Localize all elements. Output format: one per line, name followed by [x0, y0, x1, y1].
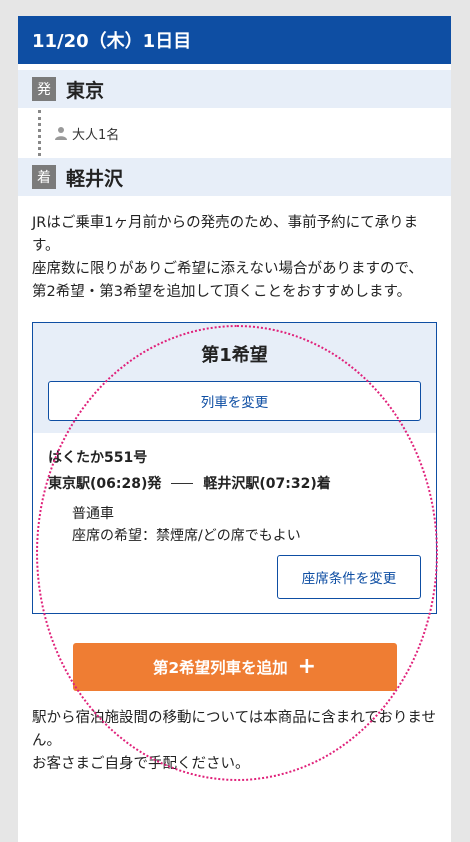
change-seat-button[interactable]: 座席条件を変更 — [277, 555, 421, 599]
person-icon — [55, 127, 67, 140]
arrival-station: 軽井沢 — [66, 167, 124, 190]
itinerary-card: 11/20（木）1日目 発 東京 大人1名 着 軽井沢 JRはご乗車1ヶ月前から… — [18, 16, 451, 842]
route-dash — [171, 482, 194, 484]
train-route: 東京駅(06:28)発 軽井沢駅(07:32)着 — [48, 473, 421, 493]
arrival-row: 着 軽井沢 — [18, 158, 451, 196]
footer-line-2: お客さまご自身で手配ください。 — [32, 756, 250, 772]
first-choice-title: 第1希望 — [201, 345, 268, 366]
transfer-note: 駅から宿泊施設間の移動については本商品に含まれておりません。 お客さまご自身で手… — [32, 707, 437, 776]
seat-button-wrap: 座席条件を変更 — [48, 555, 421, 599]
train-name: はくたか551号 — [48, 450, 148, 466]
notice-line-2: 座席数に限りがありご希望に添えない場合がありますので、第2希望・第3希望を追加し… — [32, 261, 423, 300]
arrival-tag: 着 — [32, 165, 56, 189]
first-choice-details: はくたか551号 東京駅(06:28)発 軽井沢駅(07:32)着 普通車 座席… — [33, 433, 436, 613]
passenger-row: 大人1名 — [18, 108, 451, 158]
reservation-notice: JRはご乗車1ヶ月前からの発売のため、事前予約にて承ります。 座席数に限りがあり… — [32, 212, 437, 304]
seat-details: 普通車 座席の希望：禁煙席/どの席でもよい — [48, 503, 421, 547]
route-dotted-line — [38, 110, 41, 156]
day-header: 11/20（木）1日目 — [18, 16, 451, 64]
car-class: 普通車 — [72, 506, 114, 522]
seat-preference: 座席の希望：禁煙席/どの席でもよい — [72, 528, 301, 544]
departure-station: 東京 — [66, 79, 105, 102]
plus-icon: + — [297, 654, 317, 679]
departure-time: 東京駅(06:28)発 — [48, 476, 162, 492]
add-second-choice-button[interactable]: 第2希望列車を追加 + — [72, 643, 397, 691]
arrival-time: 軽井沢駅(07:32)着 — [203, 476, 331, 492]
add-button-label: 第2希望列車を追加 — [152, 659, 288, 677]
change-train-button[interactable]: 列車を変更 — [48, 381, 421, 421]
first-choice-box: 第1希望 列車を変更 はくたか551号 東京駅(06:28)発 軽井沢駅(07:… — [32, 322, 437, 614]
footer-line-1: 駅から宿泊施設間の移動については本商品に含まれておりません。 — [32, 710, 436, 749]
departure-tag: 発 — [32, 77, 56, 101]
departure-row: 発 東京 — [18, 70, 451, 108]
passenger-count: 大人1名 — [72, 127, 120, 143]
notice-line-1: JRはご乗車1ヶ月前からの発売のため、事前予約にて承ります。 — [32, 215, 419, 254]
first-choice-header: 第1希望 列車を変更 — [33, 323, 436, 433]
